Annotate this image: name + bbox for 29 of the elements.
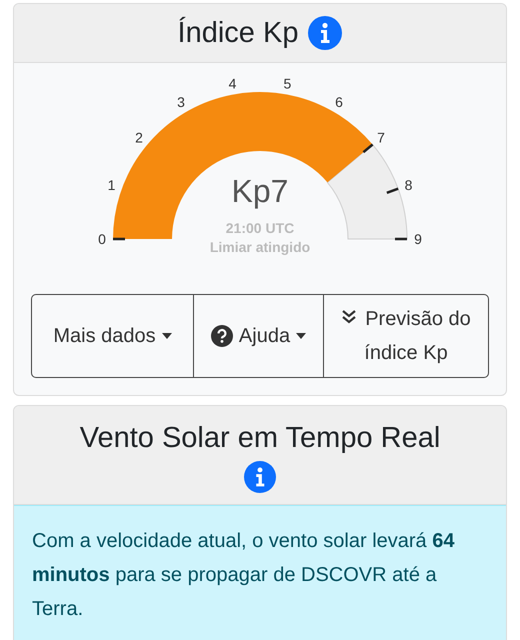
scale-label: 5 bbox=[284, 75, 292, 92]
menu-button[interactable]: Ajuda bbox=[193, 294, 324, 378]
scale-label: 7 bbox=[377, 129, 385, 146]
card-title: Vento Solar em Tempo Real bbox=[80, 422, 440, 454]
threshold-status: Limiar atingido bbox=[210, 239, 310, 255]
card-title: Índice Kp bbox=[178, 16, 298, 50]
help-icon bbox=[210, 325, 233, 347]
info-icon[interactable] bbox=[308, 16, 342, 50]
scale-label: 2 bbox=[135, 129, 143, 146]
gauge-tick bbox=[395, 238, 407, 240]
scale-label: 9 bbox=[414, 231, 422, 247]
scale-label: 1 bbox=[108, 176, 116, 193]
menu-button[interactable]: Previsão do índice Kp bbox=[323, 294, 489, 378]
scale-label: 3 bbox=[177, 94, 185, 110]
gauge-tick bbox=[386, 188, 399, 194]
scale-label: 8 bbox=[404, 176, 412, 193]
info-icon[interactable] bbox=[244, 460, 276, 492]
menu-button[interactable]: Mais dados bbox=[31, 294, 194, 378]
kp-value: Kp7 bbox=[232, 173, 288, 209]
update-time: 21:00 UTC bbox=[226, 220, 294, 236]
scale-label: 0 bbox=[98, 231, 106, 247]
caret-icon bbox=[296, 333, 306, 339]
alert-text: Com a velocidade atual, o vento solar levará 64 minutos para se propagar de DSCOVR até a Terra. bbox=[32, 530, 454, 620]
gauge-tick bbox=[113, 238, 125, 240]
double-chevron-icon bbox=[341, 309, 358, 325]
scale-label: 6 bbox=[335, 94, 343, 110]
gauge-tick bbox=[362, 144, 374, 154]
caret-icon bbox=[162, 333, 172, 339]
scale-label: 4 bbox=[228, 75, 236, 92]
